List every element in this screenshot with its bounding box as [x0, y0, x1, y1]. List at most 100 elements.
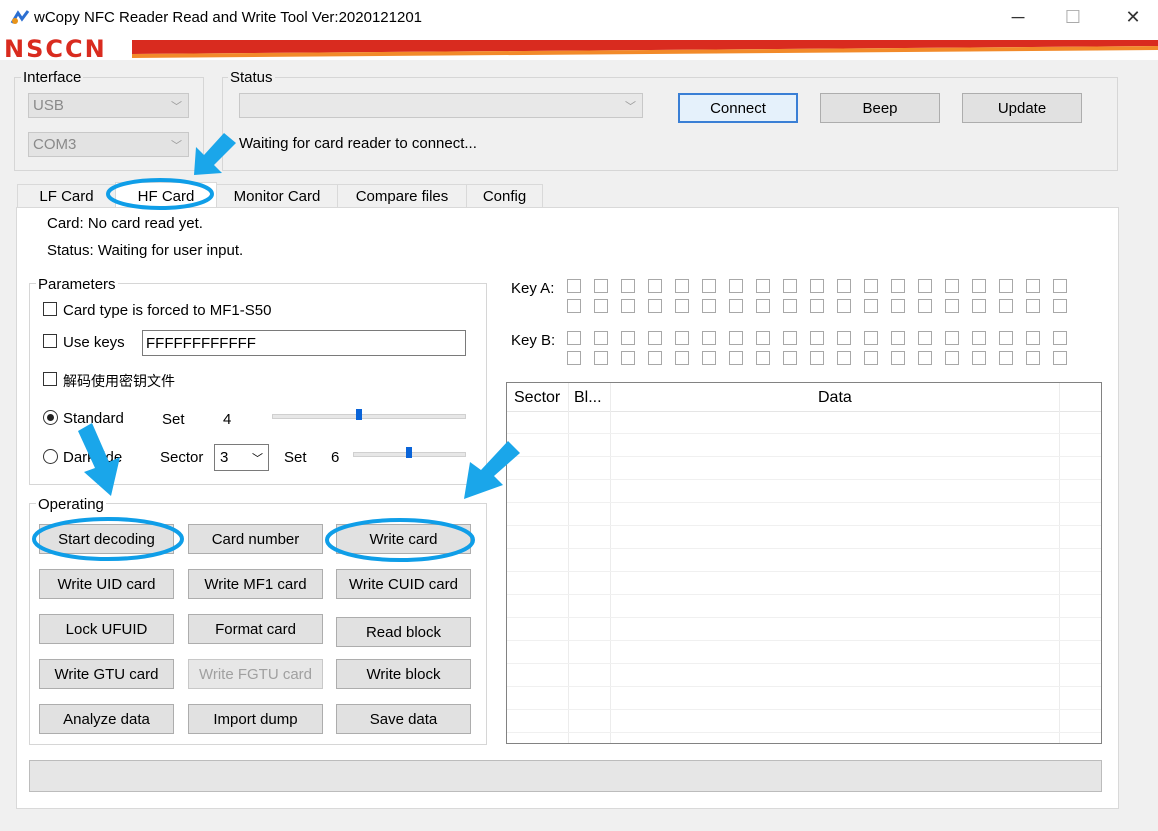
decode-file-checkbox[interactable]: [43, 372, 57, 386]
key-byte-box[interactable]: [783, 351, 797, 365]
darkside-radio[interactable]: [43, 449, 58, 464]
key-byte-box[interactable]: [756, 299, 770, 313]
beep-button[interactable]: Beep: [820, 93, 940, 123]
key-byte-box[interactable]: [702, 351, 716, 365]
key-byte-box[interactable]: [675, 299, 689, 313]
table-row[interactable]: [507, 709, 1101, 710]
key-byte-box[interactable]: [648, 299, 662, 313]
table-row[interactable]: [507, 663, 1101, 664]
write-fgtu-card-button[interactable]: Write FGTU card: [188, 659, 323, 689]
use-keys-checkbox[interactable]: [43, 334, 57, 348]
key-byte-box[interactable]: [999, 299, 1013, 313]
key-byte-box[interactable]: [729, 299, 743, 313]
key-byte-box[interactable]: [1053, 331, 1067, 345]
key-byte-box[interactable]: [783, 331, 797, 345]
read-block-button[interactable]: Read block: [336, 617, 471, 647]
key-byte-box[interactable]: [918, 331, 932, 345]
key-byte-box[interactable]: [756, 331, 770, 345]
write-uid-card-button[interactable]: Write UID card: [39, 569, 174, 599]
tab-monitor-card[interactable]: Monitor Card: [216, 184, 338, 208]
key-byte-box[interactable]: [783, 299, 797, 313]
tab-lf-card[interactable]: LF Card: [17, 184, 116, 208]
key-byte-box[interactable]: [648, 279, 662, 293]
key-byte-box[interactable]: [783, 279, 797, 293]
key-byte-box[interactable]: [1026, 279, 1040, 293]
key-byte-box[interactable]: [891, 351, 905, 365]
key-byte-box[interactable]: [1026, 299, 1040, 313]
keys-input[interactable]: [142, 330, 466, 356]
table-row[interactable]: [507, 640, 1101, 641]
key-byte-box[interactable]: [891, 331, 905, 345]
table-row[interactable]: [507, 571, 1101, 572]
key-byte-box[interactable]: [810, 351, 824, 365]
key-byte-box[interactable]: [891, 299, 905, 313]
key-byte-box[interactable]: [891, 279, 905, 293]
set1-slider-thumb[interactable]: [356, 409, 362, 420]
key-byte-box[interactable]: [945, 279, 959, 293]
key-byte-box[interactable]: [756, 279, 770, 293]
key-byte-box[interactable]: [837, 331, 851, 345]
key-byte-box[interactable]: [675, 331, 689, 345]
write-card-button[interactable]: Write card: [336, 524, 471, 554]
analyze-data-button[interactable]: Analyze data: [39, 704, 174, 734]
lock-ufuid-button[interactable]: Lock UFUID: [39, 614, 174, 644]
key-byte-box[interactable]: [567, 331, 581, 345]
interface-type-select[interactable]: USB ﹀: [28, 93, 189, 118]
connect-button[interactable]: Connect: [678, 93, 798, 123]
key-byte-box[interactable]: [810, 279, 824, 293]
key-byte-box[interactable]: [594, 299, 608, 313]
table-row[interactable]: [507, 732, 1101, 733]
table-row[interactable]: [507, 548, 1101, 549]
key-byte-box[interactable]: [675, 279, 689, 293]
close-button[interactable]: ✕: [1110, 0, 1156, 34]
table-row[interactable]: [507, 502, 1101, 503]
key-byte-box[interactable]: [594, 279, 608, 293]
key-byte-box[interactable]: [621, 279, 635, 293]
key-byte-box[interactable]: [837, 351, 851, 365]
key-byte-box[interactable]: [999, 351, 1013, 365]
sector-data-table[interactable]: Sector Bl... Data: [506, 382, 1102, 744]
key-byte-box[interactable]: [945, 331, 959, 345]
key-byte-box[interactable]: [837, 299, 851, 313]
key-byte-box[interactable]: [1053, 351, 1067, 365]
table-row[interactable]: [507, 525, 1101, 526]
set2-slider-thumb[interactable]: [406, 447, 412, 458]
key-byte-box[interactable]: [972, 279, 986, 293]
key-byte-box[interactable]: [972, 351, 986, 365]
save-data-button[interactable]: Save data: [336, 704, 471, 734]
key-byte-box[interactable]: [729, 279, 743, 293]
import-dump-button[interactable]: Import dump: [188, 704, 323, 734]
key-byte-box[interactable]: [621, 351, 635, 365]
key-byte-box[interactable]: [729, 351, 743, 365]
standard-radio[interactable]: [43, 410, 58, 425]
forced-type-checkbox[interactable]: [43, 302, 57, 316]
key-byte-box[interactable]: [1026, 351, 1040, 365]
sector-select[interactable]: 3 ﹀: [214, 444, 269, 471]
set1-slider[interactable]: [272, 409, 466, 427]
key-byte-box[interactable]: [702, 331, 716, 345]
key-byte-box[interactable]: [864, 331, 878, 345]
key-byte-box[interactable]: [621, 299, 635, 313]
table-row[interactable]: [507, 433, 1101, 434]
key-byte-box[interactable]: [567, 299, 581, 313]
card-number-button[interactable]: Card number: [188, 524, 323, 554]
tab-compare-files[interactable]: Compare files: [337, 184, 467, 208]
key-byte-box[interactable]: [1053, 279, 1067, 293]
key-byte-box[interactable]: [972, 299, 986, 313]
key-byte-box[interactable]: [675, 351, 689, 365]
key-byte-box[interactable]: [621, 331, 635, 345]
start-decoding-button[interactable]: Start decoding: [39, 524, 174, 554]
key-byte-box[interactable]: [729, 331, 743, 345]
key-byte-box[interactable]: [837, 279, 851, 293]
interface-port-select[interactable]: COM3 ﹀: [28, 132, 189, 157]
key-byte-box[interactable]: [999, 279, 1013, 293]
write-block-button[interactable]: Write block: [336, 659, 471, 689]
table-row[interactable]: [507, 456, 1101, 457]
key-byte-box[interactable]: [1053, 299, 1067, 313]
key-byte-box[interactable]: [918, 351, 932, 365]
key-byte-box[interactable]: [945, 299, 959, 313]
minimize-button[interactable]: ─: [995, 0, 1041, 34]
format-card-button[interactable]: Format card: [188, 614, 323, 644]
device-select[interactable]: ﹀: [239, 93, 643, 118]
key-byte-box[interactable]: [756, 351, 770, 365]
